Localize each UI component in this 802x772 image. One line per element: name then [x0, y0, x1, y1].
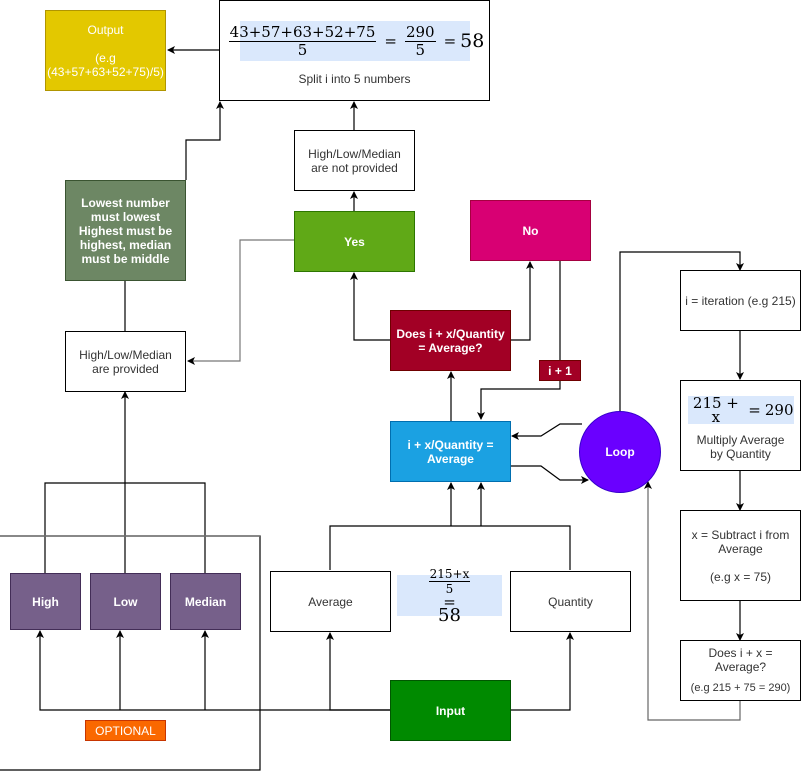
multiply-formula: 215 + x = 290 — [687, 396, 794, 425]
edge-rule-to-split — [185, 101, 224, 180]
output-example: (e.g (43+57+63+52+75)/5) — [47, 50, 164, 79]
provided-node[interactable]: High/Low/Median are provided — [65, 331, 186, 392]
iteration-node[interactable]: i = iteration (e.g 215) — [680, 270, 801, 331]
split-label: Split i into 5 numbers — [298, 72, 411, 86]
edge-process-to-loop — [511, 465, 589, 484]
increment-node[interactable]: i + 1 — [539, 360, 581, 381]
output-title: Output — [87, 22, 124, 37]
subtract-node[interactable]: x = Subtract i from Average (e.g x = 75) — [680, 510, 801, 601]
edge-loop-to-process — [511, 423, 582, 440]
multiply-label: Multiply Average by Quantity — [696, 433, 785, 461]
low-node[interactable]: Low — [90, 573, 161, 630]
edge-input-to-average — [326, 632, 390, 711]
edge-decision-to-no — [510, 261, 534, 341]
edge-average-to-process — [329, 525, 571, 570]
decision-node[interactable]: Does i + x/Quantity = Average? — [390, 310, 511, 371]
output-node[interactable]: Output (e.g (43+57+63+52+75)/5) — [45, 10, 166, 91]
edge-input-to-optional — [36, 630, 390, 711]
edge-high-to-provided — [44, 482, 206, 573]
multiply-node[interactable]: 215 + x = 290 Multiply Average by Quanti… — [680, 380, 801, 471]
loop-node[interactable]: Loop — [579, 411, 661, 493]
process-node[interactable]: i + x/Quantity = Average — [390, 421, 511, 482]
input-node[interactable]: Input — [390, 680, 511, 741]
check-node[interactable]: Does i + x = Average? (e.g 215 + 75 = 29… — [680, 640, 801, 701]
split-node[interactable]: 43+57+63+52+75 5 = 290 5 = 58 Split i into… — [219, 0, 490, 101]
optional-badge: OPTIONAL — [85, 720, 166, 741]
yes-node[interactable]: Yes — [294, 211, 415, 272]
edge-yes-to-provided — [187, 239, 294, 365]
split-formula: 43+57+63+52+75 5 = 290 5 = 58 — [228, 21, 484, 61]
no-node[interactable]: No — [470, 200, 591, 261]
average-formula: 215+x 5 = 58 — [397, 568, 502, 625]
not-provided-node[interactable]: High/Low/Median are not provided — [294, 130, 415, 191]
high-node[interactable]: High — [10, 573, 81, 630]
average-node[interactable]: Average — [270, 571, 391, 632]
median-node[interactable]: Median — [170, 573, 241, 630]
rule-node[interactable]: Lowest number must lowest Highest must b… — [65, 180, 186, 281]
edge-decision-to-yes — [350, 272, 390, 341]
edge-input-to-quantity — [510, 632, 574, 711]
quantity-node[interactable]: Quantity — [510, 571, 631, 632]
